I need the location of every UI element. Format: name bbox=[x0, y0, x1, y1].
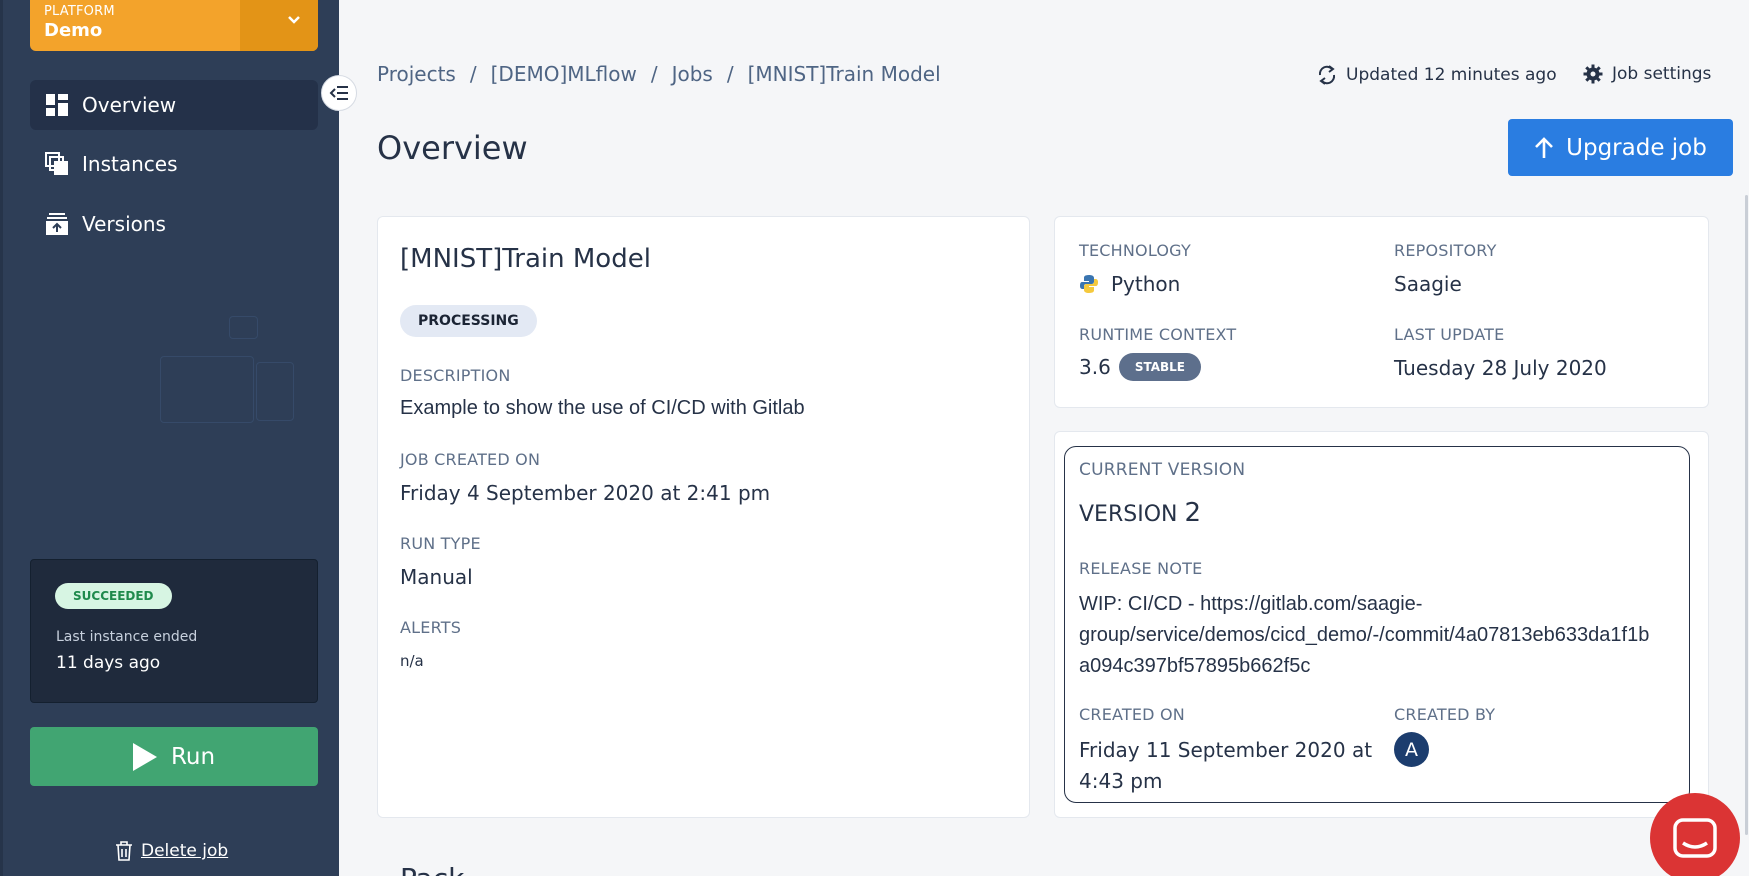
dashboard-icon bbox=[44, 92, 70, 118]
decorative-shape bbox=[160, 356, 254, 423]
version-created-line: Friday 11 September 2020 at bbox=[1079, 738, 1373, 762]
upgrade-job-label: Upgrade job bbox=[1566, 134, 1707, 161]
breadcrumb-separator: / bbox=[469, 62, 477, 86]
breadcrumb: Projects / [DEMO]MLflow / Jobs / [MNIST]… bbox=[377, 62, 941, 86]
refresh-icon bbox=[1317, 64, 1337, 86]
technology-value: Python bbox=[1079, 272, 1180, 296]
status-badge: PROCESSING bbox=[400, 305, 537, 337]
job-settings-link[interactable]: Job settings bbox=[1583, 64, 1711, 84]
last-instance-card[interactable]: SUCCEEDED Last instance ended 11 days ag… bbox=[30, 559, 318, 703]
run-type-label: RUN TYPE bbox=[400, 534, 481, 553]
version-created-value: Friday 11 September 2020 at 4:43 pm bbox=[1079, 735, 1372, 797]
sidebar-item-instances[interactable]: Instances bbox=[30, 139, 318, 189]
last-instance-label: Last instance ended bbox=[56, 629, 198, 645]
platform-name: Demo bbox=[44, 20, 103, 41]
sidebar-item-overview[interactable]: Overview bbox=[30, 80, 318, 130]
chevron-down-icon[interactable] bbox=[286, 12, 302, 33]
breadcrumb-job[interactable]: [MNIST]Train Model bbox=[748, 62, 941, 86]
platform-label: PLATFORM bbox=[44, 4, 115, 19]
play-icon bbox=[132, 742, 157, 771]
page-title: Overview bbox=[377, 129, 528, 167]
job-settings-label: Job settings bbox=[1612, 64, 1712, 84]
run-label: Run bbox=[170, 743, 216, 770]
created-label: JOB CREATED ON bbox=[400, 450, 541, 469]
last-instance-time: 11 days ago bbox=[56, 653, 161, 673]
updated-text: Updated 12 minutes ago bbox=[1346, 65, 1557, 85]
breadcrumb-separator: / bbox=[650, 62, 658, 86]
decorative-shape bbox=[229, 316, 258, 339]
technology-name: Python bbox=[1111, 272, 1181, 296]
scrollbar[interactable] bbox=[1745, 195, 1748, 835]
version-created-line: 4:43 pm bbox=[1079, 769, 1163, 793]
run-type-value: Manual bbox=[400, 565, 473, 589]
breadcrumb-jobs[interactable]: Jobs bbox=[672, 62, 713, 86]
job-details-card: [MNIST]Train Model PROCESSING DESCRIPTIO… bbox=[377, 216, 1030, 818]
chat-icon bbox=[1673, 818, 1717, 858]
sidebar: PLATFORM Demo Overview Instances Version… bbox=[0, 0, 339, 876]
collapse-menu-icon bbox=[329, 85, 349, 101]
runtime-value: 3.6 STABLE bbox=[1079, 353, 1201, 381]
refresh-status[interactable]: Updated 12 minutes ago bbox=[1317, 64, 1557, 86]
platform-decoration bbox=[240, 0, 318, 51]
technology-label: TECHNOLOGY bbox=[1079, 241, 1191, 260]
upgrade-job-button[interactable]: Upgrade job bbox=[1508, 119, 1733, 176]
runtime-label: RUNTIME CONTEXT bbox=[1079, 325, 1237, 344]
version-number: 2 bbox=[1184, 498, 1202, 528]
chat-button[interactable] bbox=[1650, 793, 1740, 876]
sidebar-item-versions[interactable]: Versions bbox=[30, 199, 318, 249]
delete-job-link[interactable]: Delete job bbox=[115, 841, 228, 861]
created-value: Friday 4 September 2020 at 2:41 pm bbox=[400, 481, 771, 505]
collapse-sidebar-button[interactable] bbox=[321, 75, 357, 111]
job-name: [MNIST]Train Model bbox=[400, 244, 651, 274]
sidebar-item-label: Versions bbox=[82, 212, 166, 236]
breadcrumb-separator: / bbox=[726, 62, 734, 86]
current-version-card: CURRENT VERSION VERSION 2 RELEASE NOTE W… bbox=[1054, 431, 1709, 818]
repository-value: Saagie bbox=[1394, 272, 1462, 296]
version-created-label: CREATED ON bbox=[1079, 705, 1185, 724]
description-value: Example to show the use of CI/CD with Gi… bbox=[400, 397, 805, 419]
decorative-shape bbox=[256, 362, 294, 421]
breadcrumb-projects[interactable]: Projects bbox=[377, 62, 456, 86]
instances-icon bbox=[44, 151, 70, 177]
gear-icon bbox=[1583, 64, 1603, 84]
release-note-value: WIP: CI/CD - https://gitlab.com/saagie- … bbox=[1079, 589, 1649, 682]
description-label: DESCRIPTION bbox=[400, 366, 511, 385]
stable-badge: STABLE bbox=[1118, 353, 1201, 381]
trash-icon bbox=[115, 841, 133, 861]
release-note-label: RELEASE NOTE bbox=[1079, 559, 1203, 578]
status-badge: SUCCEEDED bbox=[55, 583, 172, 609]
release-note-line: group/service/demos/cicd_demo/-/commit/4… bbox=[1079, 624, 1650, 646]
version-title: VERSION 2 bbox=[1079, 498, 1201, 528]
delete-job-label: Delete job bbox=[141, 841, 229, 861]
repository-label: REPOSITORY bbox=[1394, 241, 1497, 260]
technology-card: TECHNOLOGY Python REPOSITORY Saagie RUNT… bbox=[1054, 216, 1709, 408]
last-update-value: Tuesday 28 July 2020 bbox=[1394, 356, 1607, 380]
release-note-line: a094c397bf57895b662f5c bbox=[1079, 655, 1311, 677]
sidebar-item-label: Instances bbox=[82, 152, 178, 176]
run-button[interactable]: Run bbox=[30, 727, 318, 786]
created-by-label: CREATED BY bbox=[1394, 705, 1496, 724]
sidebar-item-label: Overview bbox=[82, 93, 177, 117]
section-heading-partial: Pack bbox=[400, 862, 464, 876]
breadcrumb-project[interactable]: [DEMO]MLflow bbox=[491, 62, 637, 86]
version-word: VERSION bbox=[1079, 502, 1178, 527]
alerts-value: n/a bbox=[400, 652, 424, 670]
alerts-label: ALERTS bbox=[400, 618, 462, 637]
release-note-line: WIP: CI/CD - https://gitlab.com/saagie- bbox=[1079, 593, 1423, 615]
versions-icon bbox=[44, 211, 70, 237]
python-icon bbox=[1079, 274, 1099, 294]
avatar[interactable]: A bbox=[1394, 732, 1429, 767]
arrow-up-icon bbox=[1534, 136, 1554, 159]
platform-selector[interactable]: PLATFORM Demo bbox=[30, 0, 318, 51]
last-update-label: LAST UPDATE bbox=[1394, 325, 1505, 344]
runtime-version: 3.6 bbox=[1079, 355, 1111, 379]
current-version-label: CURRENT VERSION bbox=[1079, 460, 1246, 480]
